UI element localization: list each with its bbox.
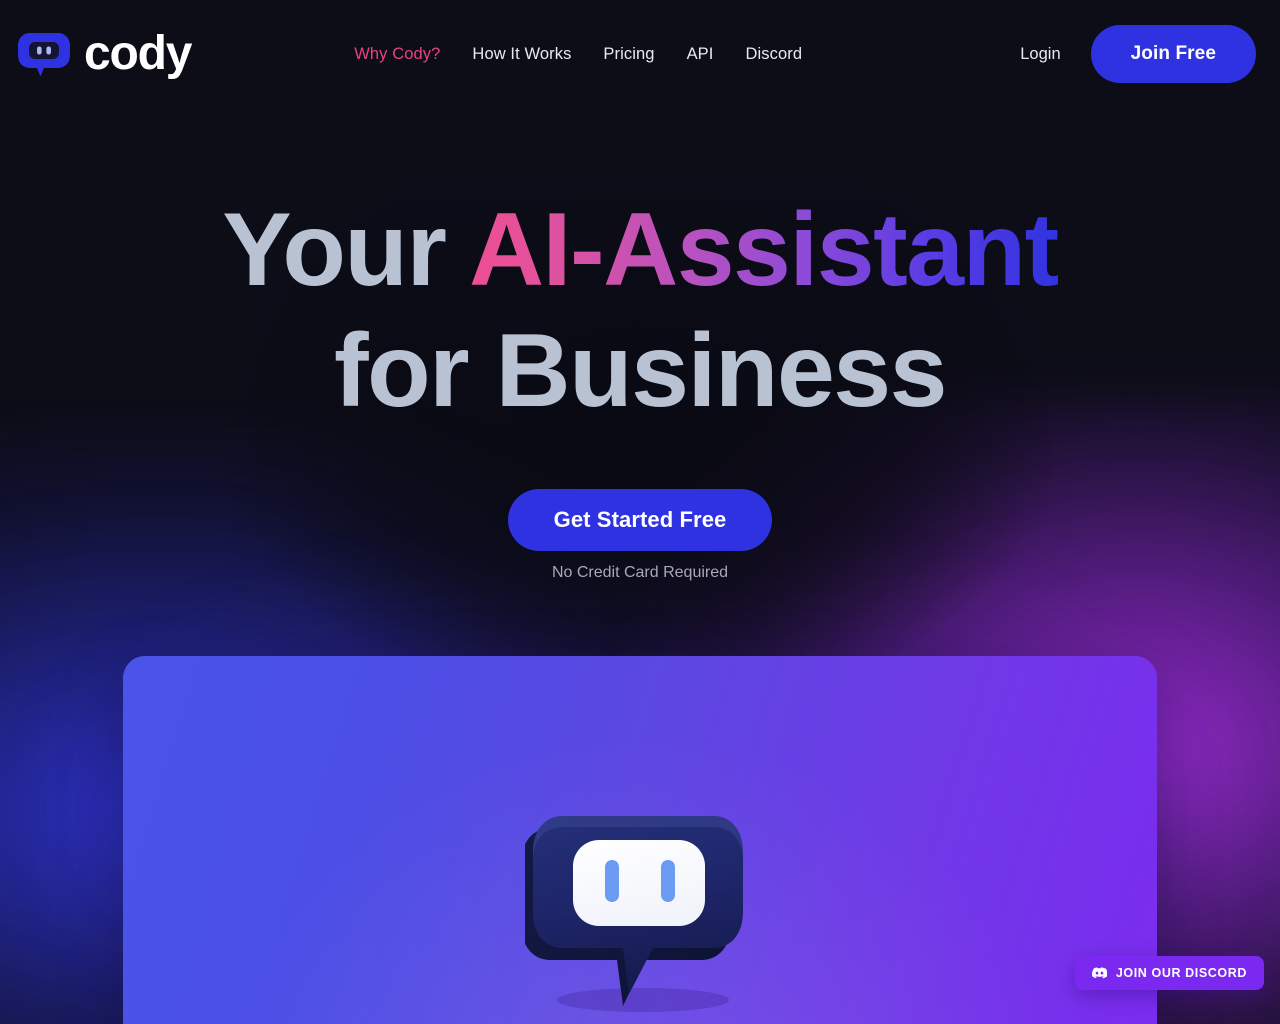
nav-item-discord[interactable]: Discord <box>745 45 802 64</box>
join-free-button[interactable]: Join Free <box>1090 25 1256 83</box>
nav-item-pricing[interactable]: Pricing <box>603 45 654 64</box>
hero-section: Your AI-Assistant for Business Get Start… <box>0 108 1280 582</box>
page-title: Your AI-Assistant for Business <box>90 190 1190 431</box>
landing-page: cody Why Cody? How It Works Pricing API … <box>0 0 1280 1024</box>
brand-name: cody <box>84 27 192 80</box>
hero-title-gradient: AI-Assistant <box>468 192 1059 308</box>
cody-chat-bubble-icon <box>16 30 72 78</box>
discord-badge-label: JOIN OUR DISCORD <box>1115 966 1247 980</box>
hero-title-plain: Your <box>222 192 469 308</box>
discord-icon <box>1091 967 1107 979</box>
nav-item-api[interactable]: API <box>687 45 714 64</box>
site-header: cody Why Cody? How It Works Pricing API … <box>0 0 1280 108</box>
brand-logo[interactable]: cody <box>16 27 192 80</box>
get-started-free-button[interactable]: Get Started Free <box>507 489 773 552</box>
primary-navigation: Why Cody? How It Works Pricing API Disco… <box>354 45 802 64</box>
hero-media-card <box>123 656 1157 1024</box>
cta-subtext: No Credit Card Required <box>551 564 729 582</box>
login-link[interactable]: Login <box>1020 45 1060 64</box>
hero-title-line2: for Business <box>334 312 947 429</box>
cody-mascot-speech-bubble <box>525 804 755 1016</box>
nav-item-how-it-works[interactable]: How It Works <box>472 45 571 64</box>
header-actions: Login Join Free <box>1020 25 1256 83</box>
hero-cta-group: Get Started Free No Credit Card Required <box>0 489 1280 582</box>
nav-item-why-cody[interactable]: Why Cody? <box>354 45 440 64</box>
join-our-discord-button[interactable]: JOIN OUR DISCORD <box>1074 956 1264 990</box>
